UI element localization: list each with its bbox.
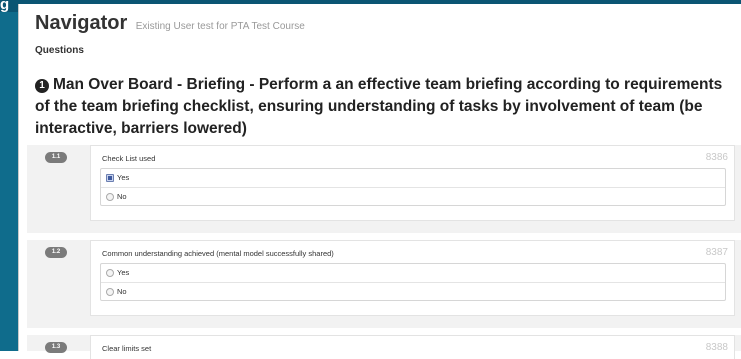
item-number-badge: 1.2 <box>45 247 67 258</box>
option-label: No <box>117 192 127 201</box>
question-item-1-1: 1.1 Check List used 8386 Yes No <box>27 145 741 233</box>
question-card: Common understanding achieved (mental mo… <box>90 240 735 316</box>
navigator-page: Navigator Existing User test for PTA Tes… <box>18 4 741 359</box>
answer-options: Yes No <box>100 168 726 206</box>
logo-fragment-icon: g <box>0 0 10 13</box>
answer-options: Yes No <box>100 263 726 301</box>
item-number-badge: 1.3 <box>45 342 67 353</box>
question-label: Check List used <box>102 154 156 163</box>
option-label: No <box>117 287 127 296</box>
question-number-icon: 1 <box>35 79 49 93</box>
page-subtitle: Existing User test for PTA Test Course <box>135 21 305 32</box>
option-no[interactable]: No <box>101 187 725 205</box>
page-title: Navigator <box>35 12 128 34</box>
question-card: Clear limits set 8388 <box>90 335 735 359</box>
option-no[interactable]: No <box>101 282 725 300</box>
option-label: Yes <box>117 173 130 182</box>
radio-selected-icon[interactable] <box>106 174 114 182</box>
question-item-1-2: 1.2 Common understanding achieved (menta… <box>27 240 741 328</box>
question-label: Clear limits set <box>102 344 152 353</box>
page-header: Navigator Existing User test for PTA Tes… <box>35 12 305 35</box>
question-code: 8388 <box>705 342 728 353</box>
radio-icon[interactable] <box>106 269 114 277</box>
radio-icon[interactable] <box>106 288 114 296</box>
question-code: 8386 <box>705 152 728 163</box>
section-label-questions: Questions <box>35 45 84 56</box>
app-sidebar-background: g <box>0 0 18 351</box>
question-title-text: Man Over Board - Briefing - Perform a an… <box>35 76 723 137</box>
radio-icon[interactable] <box>106 193 114 201</box>
question-heading: 1 Man Over Board - Briefing - Perform a a… <box>35 74 735 140</box>
question-code: 8387 <box>705 247 728 258</box>
option-label: Yes <box>117 268 130 277</box>
question-label: Common understanding achieved (mental mo… <box>102 249 334 258</box>
question-item-1-3: 1.3 Clear limits set 8388 <box>27 335 741 359</box>
item-number-badge: 1.1 <box>45 152 67 163</box>
question-card: Check List used 8386 Yes No <box>90 145 735 221</box>
option-yes[interactable]: Yes <box>101 169 725 187</box>
option-yes[interactable]: Yes <box>101 264 725 282</box>
